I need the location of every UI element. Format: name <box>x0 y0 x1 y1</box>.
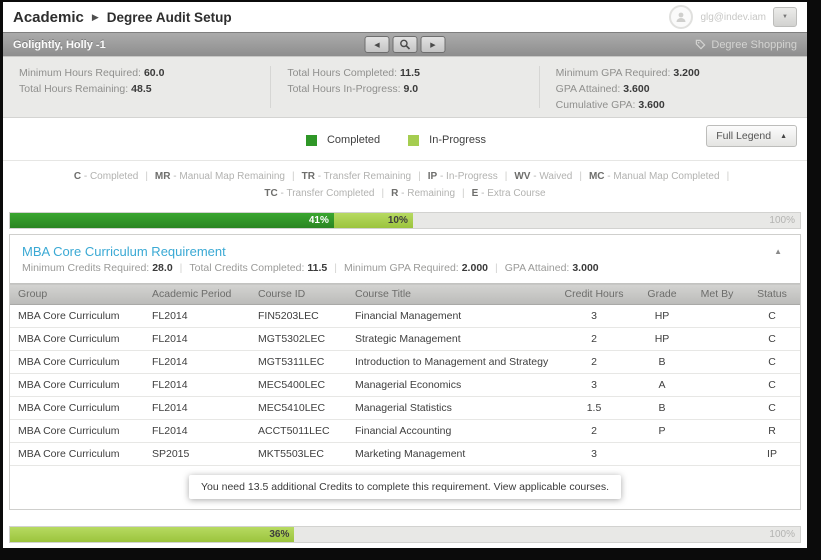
column-header-met-by: Met By <box>690 283 744 305</box>
requirement-collapse-button[interactable]: ▲ <box>768 246 788 257</box>
user-area: glg@indev.iam ▼ <box>669 5 797 29</box>
student-search-button[interactable] <box>392 36 418 53</box>
summary-item: Total Hours In-Progress: 9.0 <box>287 83 419 95</box>
overall-progress-bar: 41% 10% 100% <box>9 212 801 229</box>
view-applicable-courses-link[interactable]: View applicable courses. <box>494 481 609 493</box>
inprogress-legend-label: In-Progress <box>429 134 487 146</box>
full-legend-label: Full Legend <box>716 130 772 142</box>
summary-item: Total Hours Remaining: 48.5 <box>19 83 152 95</box>
legend-code: WV - Waived <box>514 171 589 182</box>
summary-column-completed: Total Hours Completed: 11.5 Total Hours I… <box>270 66 538 108</box>
course-table: Group Academic Period Course ID Course T… <box>10 283 800 466</box>
table-row: MBA Core Curriculum FL2014 MGT5311LEC Intro… <box>10 350 800 374</box>
column-header-period: Academic Period <box>144 283 250 305</box>
legend-line-1: C - CompletedMR - Manual Map RemainingTR… <box>33 168 777 185</box>
stat-item: Minimum Credits Required: 28.0 <box>22 262 189 274</box>
column-header-title: Course Title <box>347 283 554 305</box>
requirement-message: You need 13.5 additional Credits to comp… <box>188 475 621 499</box>
student-name: Golightly, Holly -1 <box>13 38 106 51</box>
next-student-button[interactable]: ▶ <box>420 36 446 53</box>
summary-item: Total Hours Completed: 11.5 <box>287 67 420 79</box>
table-row: MBA Core Curriculum FL2014 FIN5203LEC Finan… <box>10 304 800 328</box>
bottom-progress-inprogress-segment: 36% <box>10 527 295 542</box>
inprogress-swatch-icon <box>408 134 420 146</box>
column-header-credits: Credit Hours <box>554 283 634 305</box>
progress-inprogress-segment: 10% <box>333 213 413 228</box>
legend-row: Completed In-Progress Full Legend ▲ <box>3 125 807 153</box>
summary-panel: Minimum Hours Required: 60.0 Total Hours … <box>3 56 807 118</box>
next-requirement-progress-bar: 36% 100% <box>9 526 801 543</box>
table-row: MBA Core Curriculum FL2014 ACCT5011LEC Fina… <box>10 419 800 443</box>
user-menu-button[interactable]: ▼ <box>773 7 797 27</box>
column-header-course-id: Course ID <box>250 283 347 305</box>
degree-shopping-icon <box>696 39 706 50</box>
completed-legend-label: Completed <box>326 134 381 146</box>
degree-shopping-button[interactable]: Degree Shopping <box>695 39 797 51</box>
legend-code: MR - Manual Map Remaining <box>155 171 302 182</box>
full-legend-caret-icon: ▲ <box>780 132 787 140</box>
degree-shopping-label: Degree Shopping <box>711 38 797 51</box>
summary-item: Minimum Hours Required: 60.0 <box>19 67 165 79</box>
user-email: glg@indev.iam <box>700 11 766 23</box>
table-row: MBA Core Curriculum FL2014 MGT5302LEC Strat… <box>10 327 800 351</box>
progress-inprogress-label: 10% <box>387 215 408 226</box>
collapse-caret-icon: ▲ <box>774 247 782 256</box>
full-legend-codes: C - CompletedMR - Manual Map RemainingTR… <box>3 160 807 210</box>
column-header-grade: Grade <box>634 283 690 305</box>
bottom-progress-max-label: 100% <box>769 529 795 540</box>
legend-code: MC - Manual Map Completed <box>589 171 736 182</box>
stat-item: Total Credits Completed: 11.5 <box>189 262 344 274</box>
legend-code: TC - Transfer Completed <box>264 188 391 199</box>
prev-arrow-icon: ◀ <box>374 41 380 49</box>
summary-item: Cumulative GPA: 3.600 <box>555 99 665 111</box>
stat-item: Minimum GPA Required: 2.000 <box>344 262 505 274</box>
requirement-card: MBA Core Curriculum Requirement ▲ Minimu… <box>9 234 801 510</box>
requirement-title[interactable]: MBA Core Curriculum Requirement <box>22 244 226 259</box>
progress-completed-label: 41% <box>308 215 329 226</box>
legend-code: TR - Transfer Remaining <box>302 171 428 182</box>
search-icon <box>400 39 411 50</box>
legend-line-2: TC - Transfer CompletedR - RemainingE - … <box>33 185 777 202</box>
summary-column-hours: Minimum Hours Required: 60.0 Total Hours … <box>3 66 270 108</box>
user-menu-caret-icon: ▼ <box>782 14 788 20</box>
person-icon <box>676 12 686 22</box>
stat-item: GPA Attained: 3.000 <box>504 262 599 274</box>
summary-column-gpa: Minimum GPA Required: 3.200 GPA Attained:… <box>538 66 807 111</box>
breadcrumb-root[interactable]: Academic <box>13 9 84 26</box>
table-row: MBA Core Curriculum SP2015 MKT5503LEC Marke… <box>10 442 800 466</box>
completed-swatch-icon <box>305 134 317 146</box>
breadcrumb-separator-icon: ▶ <box>91 11 99 22</box>
summary-item: GPA Attained: 3.600 <box>555 83 650 95</box>
app-window: Academic ▶ Degree Audit Setup glg@indev.… <box>3 2 807 548</box>
requirement-message-text: You need 13.5 additional Credits to comp… <box>200 481 491 493</box>
student-nav: ◀ ▶ <box>364 36 446 53</box>
progress-max-label: 100% <box>769 215 795 226</box>
student-bar: Golightly, Holly -1 ◀ ▶ Degree Shopping <box>3 32 807 56</box>
page-title: Degree Audit Setup <box>106 9 232 25</box>
progress-completed-segment: 41% <box>10 213 334 228</box>
requirement-header: MBA Core Curriculum Requirement ▲ <box>10 235 800 262</box>
full-legend-button[interactable]: Full Legend ▲ <box>706 125 797 147</box>
requirement-stats: Minimum Credits Required:28.0Total Credi… <box>10 262 800 283</box>
legend-code: R - Remaining <box>391 188 472 199</box>
legend-code: IP - In-Progress <box>428 171 515 182</box>
column-header-group: Group <box>10 283 144 305</box>
user-avatar[interactable] <box>669 5 694 29</box>
table-row: MBA Core Curriculum FL2014 MEC5400LEC Manag… <box>10 373 800 397</box>
prev-student-button[interactable]: ◀ <box>364 36 390 53</box>
table-header-row: Group Academic Period Course ID Course T… <box>10 283 800 305</box>
column-header-status: Status <box>744 283 800 305</box>
top-header: Academic ▶ Degree Audit Setup glg@indev.… <box>3 2 807 32</box>
next-arrow-icon: ▶ <box>430 41 436 49</box>
legend-code: C - Completed <box>74 171 155 182</box>
bottom-progress-inprogress-label: 36% <box>269 529 290 540</box>
summary-item: Minimum GPA Required: 3.200 <box>555 67 700 79</box>
table-row: MBA Core Curriculum FL2014 MEC5410LEC Manag… <box>10 396 800 420</box>
legend-code: E - Extra Course <box>471 188 546 199</box>
